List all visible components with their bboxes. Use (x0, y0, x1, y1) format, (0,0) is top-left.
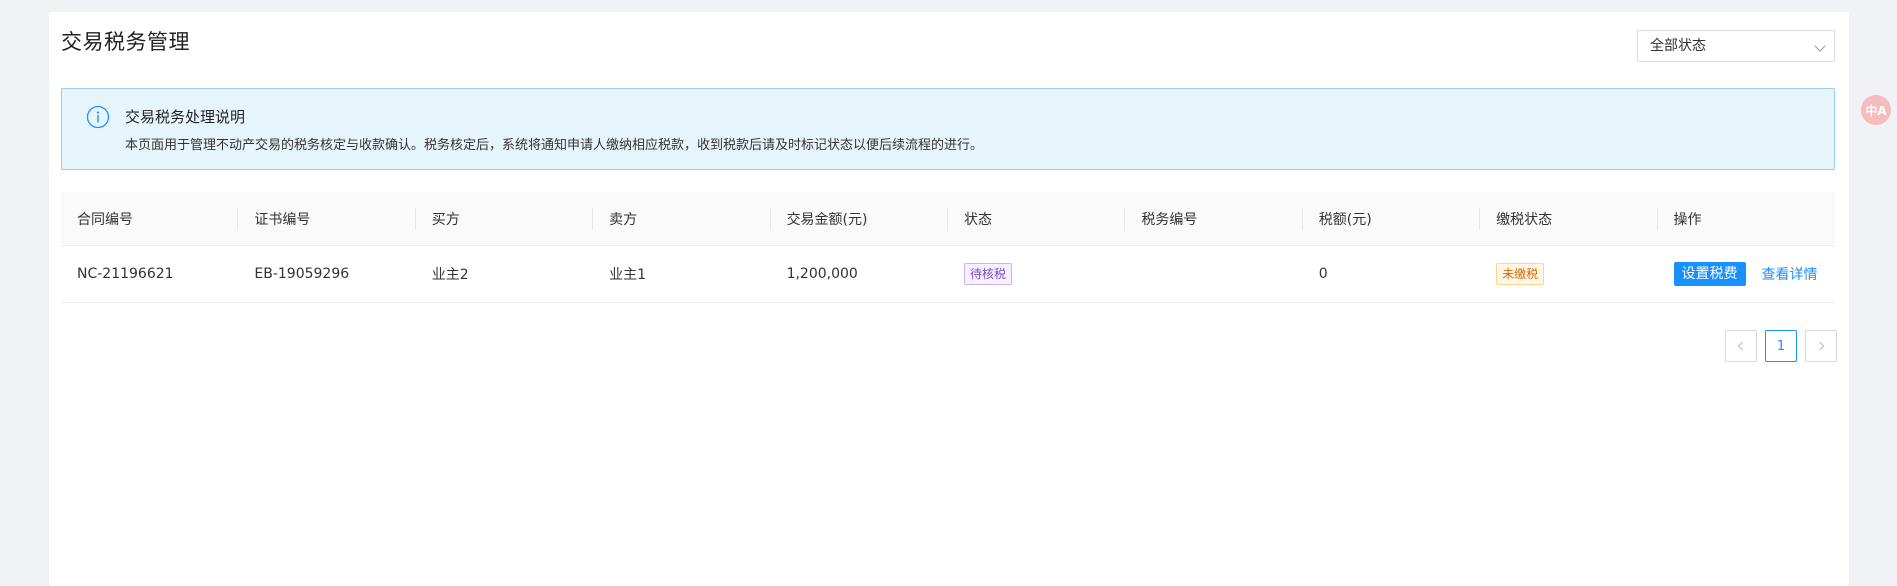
status-filter-select[interactable]: 全部状态 (1637, 30, 1835, 62)
cell-pay-status: 未缴税 (1480, 246, 1657, 302)
table-row: NC-21196621 EB-19059296 业主2 业主1 1,200,00… (61, 246, 1835, 303)
column-header-buyer: 买方 (416, 192, 594, 245)
cell-actions: 设置税费 查看详情 (1658, 246, 1835, 302)
cell-tax-amount: 0 (1318, 266, 1328, 282)
info-icon (86, 105, 110, 129)
pagination: 1 (1725, 330, 1837, 362)
chevron-left-icon (1737, 341, 1743, 351)
column-header-status: 状态 (948, 192, 1126, 245)
view-details-link[interactable]: 查看详情 (1762, 264, 1818, 284)
column-header-contract-no: 合同编号 (61, 192, 239, 245)
column-header-actions: 操作 (1673, 211, 1702, 228)
cell-buyer: 业主2 (431, 267, 469, 283)
prev-page-button[interactable] (1725, 330, 1757, 362)
chevron-right-icon (1819, 341, 1825, 351)
cell-cert-no: EB-19059296 (254, 266, 350, 282)
page-title: 交易税务管理 (61, 30, 190, 54)
column-header-cert-no: 证书编号 (238, 192, 416, 245)
column-header-tax-amount: 税额(元) (1303, 192, 1481, 245)
info-alert: 交易税务处理说明 本页面用于管理不动产交易的税务核定与收款确认。税务核定后，系统… (61, 88, 1835, 170)
cell-contract-no: NC-21196621 (77, 266, 174, 282)
column-header-pay-status: 缴税状态 (1480, 192, 1658, 245)
table-header: 合同编号 证书编号 买方 卖方 交易金额(元) 状态 税务编号 税额(元) 缴税… (61, 192, 1835, 246)
column-header-amount: 交易金额(元) (771, 192, 948, 245)
translate-float-button[interactable]: 中A (1861, 95, 1891, 125)
column-header-seller: 卖方 (593, 192, 771, 245)
pay-status-badge: 未缴税 (1496, 263, 1545, 285)
cell-amount: 1,200,000 (786, 266, 858, 282)
alert-title: 交易税务处理说明 (125, 108, 246, 126)
column-header-tax-no: 税务编号 (1125, 192, 1303, 245)
set-tax-button[interactable]: 设置税费 (1673, 262, 1746, 286)
tax-table: 合同编号 证书编号 买方 卖方 交易金额(元) 状态 税务编号 税额(元) 缴税… (61, 192, 1835, 303)
next-page-button[interactable] (1805, 330, 1837, 362)
cell-tax-no (1125, 246, 1302, 302)
main-card: 交易税务管理 全部状态 交易税务处理说明 本页面用于管理不动产交易的税务核定与收… (49, 12, 1849, 586)
status-badge: 待核税 (963, 263, 1012, 285)
page-1-button[interactable]: 1 (1765, 330, 1797, 362)
cell-status: 待核税 (948, 246, 1125, 302)
cell-seller: 业主1 (609, 267, 647, 283)
status-filter-value: 全部状态 (1650, 38, 1706, 54)
chevron-down-icon (1814, 40, 1826, 52)
alert-description: 本页面用于管理不动产交易的税务核定与收款确认。税务核定后，系统将通知申请人缴纳相… (125, 138, 984, 153)
